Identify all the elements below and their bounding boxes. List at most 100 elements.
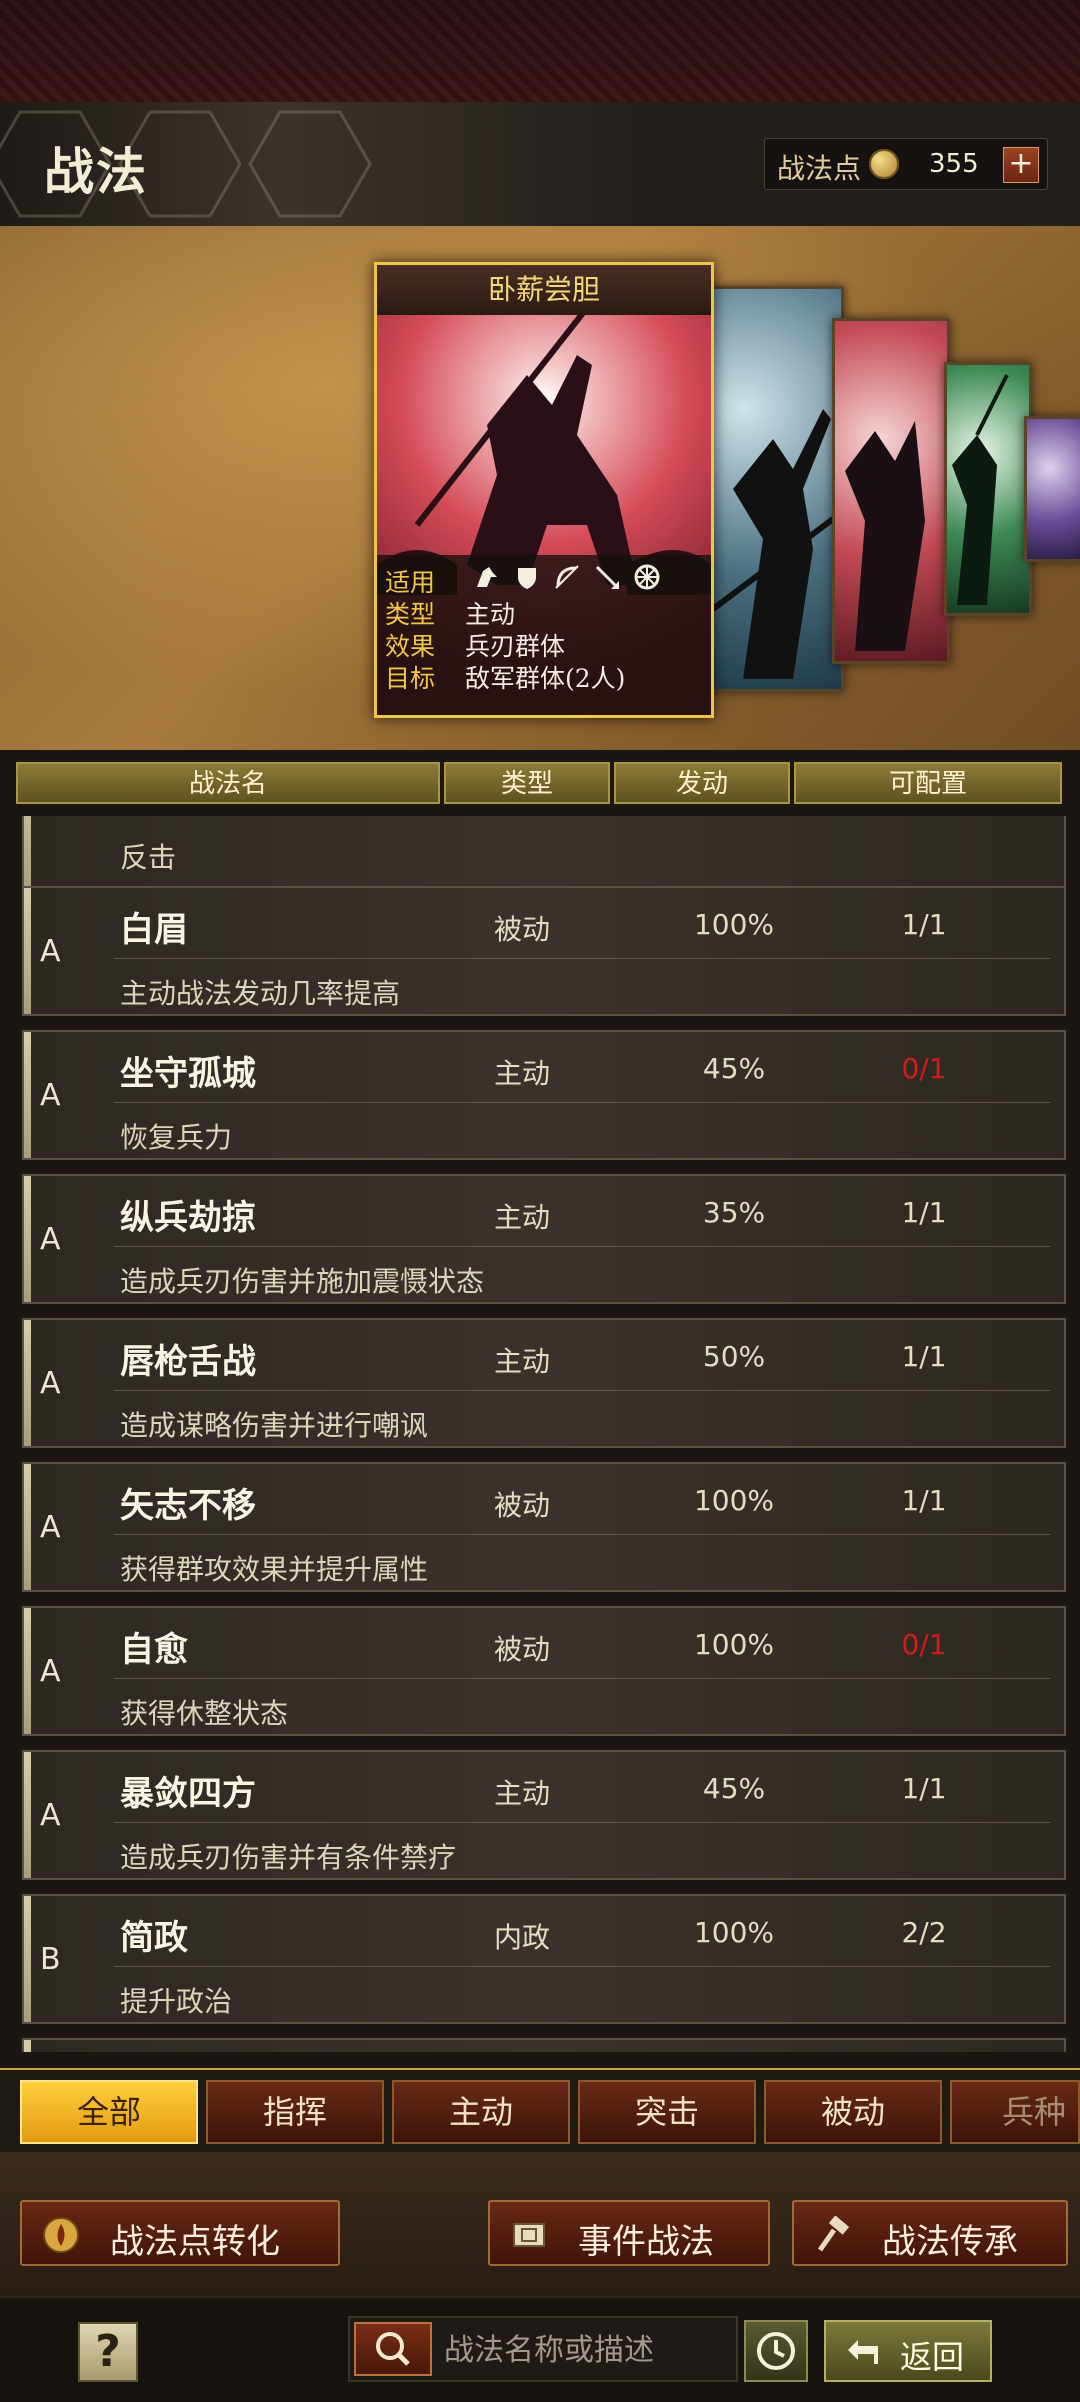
scroll-icon bbox=[513, 2223, 545, 2247]
table-row[interactable] bbox=[22, 2038, 1066, 2052]
row-type: 主动 bbox=[494, 1057, 551, 1090]
footer-bar: ? 返回 bbox=[0, 2296, 1080, 2402]
table-row[interactable]: A 纵兵劫掠 主动 35% 1/1 造成兵刃伤害并施加震慑状态 bbox=[22, 1174, 1066, 1304]
header-bar: 战法 战法点 355 + bbox=[0, 102, 1080, 228]
row-type: 被动 bbox=[494, 1489, 551, 1522]
target-key: 目标 bbox=[385, 664, 436, 693]
row-type: 被动 bbox=[494, 1633, 551, 1666]
warrior-silhouette-icon bbox=[711, 409, 835, 679]
tactic-points-box: 战法点 355 + bbox=[764, 138, 1048, 190]
row-grade: A bbox=[40, 1798, 61, 1833]
type-value: 主动 bbox=[465, 600, 516, 629]
convert-points-label: 战法点转化 bbox=[110, 2222, 280, 2262]
table-row[interactable]: A 自愈 被动 100% 0/1 获得休整状态 bbox=[22, 1606, 1066, 1736]
row-divider bbox=[114, 1390, 1050, 1391]
row-name: 纵兵劫掠 bbox=[120, 1198, 256, 1238]
table-row[interactable]: B 简政 内政 100% 2/2 提升政治 bbox=[22, 1894, 1066, 2024]
row-slot: 1/1 bbox=[901, 1196, 947, 1229]
row-divider bbox=[114, 1966, 1050, 1967]
top-decor-strip bbox=[0, 0, 1080, 102]
back-button[interactable]: 返回 bbox=[824, 2320, 992, 2382]
column-header-slot[interactable]: 可配置 bbox=[794, 762, 1062, 804]
table-row[interactable]: A 唇枪舌战 主动 50% 1/1 造成谋略伤害并进行嘲讽 bbox=[22, 1318, 1066, 1448]
history-button[interactable] bbox=[744, 2320, 808, 2382]
row-slot: 1/1 bbox=[901, 1340, 947, 1373]
tab-all[interactable]: 全部 bbox=[20, 2080, 198, 2144]
page-title: 战法 bbox=[44, 143, 148, 201]
search-input[interactable] bbox=[442, 2322, 736, 2378]
inherit-tactic-button[interactable]: 战法传承 bbox=[792, 2200, 1068, 2266]
row-grade: A bbox=[40, 1510, 61, 1545]
row-name: 矢志不移 bbox=[120, 1486, 256, 1526]
row-name: 自愈 bbox=[120, 1630, 188, 1670]
row-description: 获得休整状态 bbox=[120, 1697, 289, 1730]
card-info-panel: 适用 类型 主动 效果 兵刃群体 目标 敌军群体(2人) bbox=[377, 555, 711, 715]
row-rate: 100% bbox=[693, 908, 775, 941]
row-grade: A bbox=[40, 1078, 61, 1113]
table-row[interactable]: A 坐守孤城 主动 45% 0/1 恢复兵力 bbox=[22, 1030, 1066, 1160]
column-header-rate[interactable]: 发动 bbox=[614, 762, 790, 804]
row-rate: 100% bbox=[693, 1916, 775, 1949]
row-description: 造成谋略伤害并进行嘲讽 bbox=[120, 1409, 429, 1442]
row-rate: 50% bbox=[702, 1340, 766, 1373]
card-target-row: 目标 敌军群体(2人) bbox=[385, 659, 625, 693]
row-description: 恢复兵力 bbox=[120, 1121, 233, 1154]
table-row[interactable]: A 白眉 被动 100% 1/1 主动战法发动几率提高 bbox=[22, 886, 1066, 1016]
tab-active[interactable]: 主动 bbox=[392, 2080, 570, 2144]
row-description: 提升政治 bbox=[120, 1985, 233, 2018]
column-header-name[interactable]: 战法名 bbox=[16, 762, 440, 804]
wheel-icon bbox=[634, 564, 660, 590]
help-button[interactable]: ? bbox=[78, 2322, 138, 2382]
cavalry-icon bbox=[477, 567, 497, 587]
search-icon bbox=[376, 2332, 410, 2366]
return-arrow-icon bbox=[848, 2340, 878, 2364]
table-row[interactable]: A 暴敛四方 主动 45% 1/1 造成兵刃伤害并有条件禁疗 bbox=[22, 1750, 1066, 1880]
tactic-card-carousel[interactable]: 卧薪尝胆 适用 类型 主动 效果 兵刃群体 目标 敌军群体(2人) bbox=[0, 226, 1080, 750]
search-box bbox=[348, 2316, 738, 2382]
add-points-button[interactable]: + bbox=[1003, 147, 1039, 183]
row-slot: 2/2 bbox=[901, 1916, 947, 1949]
row-grade: A bbox=[40, 934, 61, 969]
selected-tactic-card[interactable]: 卧薪尝胆 适用 类型 主动 效果 兵刃群体 目标 敌军群体(2人) bbox=[374, 262, 714, 718]
convert-points-button[interactable]: 战法点转化 bbox=[20, 2200, 340, 2266]
row-name: 唇枪舌战 bbox=[120, 1342, 256, 1382]
row-name: 暴敛四方 bbox=[120, 1774, 256, 1814]
row-divider bbox=[114, 1678, 1050, 1679]
row-rate: 35% bbox=[702, 1196, 766, 1229]
tab-troop[interactable]: 兵种 bbox=[950, 2080, 1080, 2144]
row-grade: A bbox=[40, 1654, 61, 1689]
row-slot: 1/1 bbox=[901, 1484, 947, 1517]
warrior-silhouette-icon bbox=[845, 421, 925, 651]
row-description: 反击 bbox=[120, 841, 177, 874]
action-panel: 战法点转化 事件战法 战法传承 bbox=[0, 2152, 1080, 2296]
tab-assault[interactable]: 突击 bbox=[578, 2080, 756, 2144]
back-label: 返回 bbox=[900, 2338, 965, 2376]
tactic-card-5[interactable] bbox=[1024, 416, 1080, 562]
row-type: 被动 bbox=[494, 913, 551, 946]
tab-command[interactable]: 指挥 bbox=[206, 2080, 384, 2144]
row-slot: 1/1 bbox=[901, 1772, 947, 1805]
tactic-card-2[interactable] bbox=[700, 286, 844, 692]
row-divider bbox=[114, 1822, 1050, 1823]
row-slot: 1/1 bbox=[901, 908, 947, 941]
tactic-card-3[interactable] bbox=[832, 318, 950, 664]
row-grade: A bbox=[40, 1222, 61, 1257]
row-slot: 0/1 bbox=[901, 1052, 947, 1085]
coin-icon bbox=[869, 149, 899, 179]
event-tactic-button[interactable]: 事件战法 bbox=[488, 2200, 770, 2266]
tab-passive[interactable]: 被动 bbox=[764, 2080, 942, 2144]
table-row[interactable]: 反击 bbox=[22, 816, 1066, 892]
search-button[interactable] bbox=[354, 2322, 432, 2376]
row-rate: 45% bbox=[702, 1052, 766, 1085]
tactic-card-4[interactable] bbox=[944, 362, 1032, 616]
column-header-type[interactable]: 类型 bbox=[444, 762, 610, 804]
row-description: 获得群攻效果并提升属性 bbox=[120, 1553, 429, 1586]
tactic-list[interactable]: 反击 A 白眉 被动 100% 1/1 主动战法发动几率提高 A 坐守孤城 主动… bbox=[0, 816, 1080, 2052]
effect-value: 兵刃群体 bbox=[465, 632, 566, 661]
row-grade: A bbox=[40, 1366, 61, 1401]
row-type: 主动 bbox=[494, 1345, 551, 1378]
table-row[interactable]: A 矢志不移 被动 100% 1/1 获得群攻效果并提升属性 bbox=[22, 1462, 1066, 1592]
row-type: 内政 bbox=[494, 1921, 551, 1954]
row-name: 简政 bbox=[120, 1918, 188, 1958]
row-rate: 100% bbox=[693, 1628, 775, 1661]
